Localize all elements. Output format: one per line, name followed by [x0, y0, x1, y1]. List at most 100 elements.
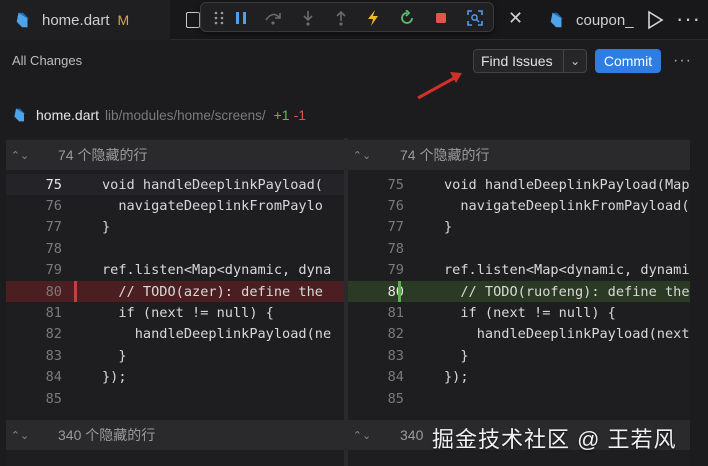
code-line[interactable]: 78 [348, 238, 690, 259]
line-number: 75 [45, 176, 62, 193]
line-number: 80 [45, 283, 62, 300]
line-number: 80 [387, 283, 404, 300]
more-actions-icon[interactable]: ··· [676, 6, 701, 32]
added-code-line[interactable]: 80 // TODO(ruofeng): define the [348, 281, 690, 303]
line-number: 84 [45, 369, 62, 386]
line-code: // TODO(azer): define the [102, 283, 323, 300]
line-number: 78 [387, 240, 404, 257]
line-code: }); [102, 369, 127, 386]
deletion-marker [74, 281, 77, 303]
close-icon[interactable]: ✕ [508, 8, 523, 29]
diff-modified-panel: ⌃⌄ 74 个隐藏的行 75 void handleDeeplinkPayload… [348, 138, 690, 466]
line-code: ref.listen<Map<dynamic, dynami [444, 262, 690, 279]
code-line[interactable]: 76 navigateDeeplinkFromPayload( [348, 195, 690, 216]
run-icon[interactable] [646, 10, 664, 30]
dart-file-icon [550, 12, 564, 28]
pause-icon[interactable] [231, 8, 251, 28]
code-line[interactable]: 84}); [6, 367, 344, 388]
line-number: 81 [45, 305, 62, 322]
line-number: 79 [45, 262, 62, 279]
tab-label: coupon_ [576, 11, 634, 29]
line-number: 76 [387, 198, 404, 215]
code-line[interactable]: 81 if (next != null) { [6, 302, 344, 323]
stop-icon[interactable] [431, 8, 451, 28]
code-line[interactable]: 79 ref.listen<Map<dynamic, dynami [348, 260, 690, 281]
line-code: void handleDeeplinkPayload( [102, 176, 323, 193]
line-number: 84 [387, 369, 404, 386]
code-line[interactable]: 77} [6, 217, 344, 238]
line-number: 75 [387, 176, 404, 193]
commit-button[interactable]: Commit [595, 49, 661, 73]
line-number: 83 [387, 347, 404, 364]
code-line[interactable]: 75 void handleDeeplinkPayload( [6, 174, 344, 196]
expand-hidden-lines-top[interactable]: ⌃⌄ 74 个隐藏的行 [6, 140, 344, 170]
hidden-lines-label: 340 [400, 427, 424, 443]
expand-hidden-lines-top[interactable]: ⌃⌄ 74 个隐藏的行 [348, 140, 690, 170]
hidden-lines-label: 74 个隐藏的行 [58, 147, 148, 163]
deleted-code-line[interactable]: 80 // TODO(azer): define the [6, 281, 344, 303]
expand-icon: ⌃⌄ [10, 429, 30, 442]
code-line[interactable]: 76 navigateDeeplinkFromPaylo [6, 195, 344, 216]
line-code: } [444, 219, 453, 236]
code-line[interactable]: 83 } [348, 345, 690, 366]
line-number: 77 [387, 219, 404, 236]
restart-icon[interactable] [397, 8, 417, 28]
code-line[interactable]: 84}); [348, 367, 690, 388]
expand-icon: ⌃⌄ [352, 149, 372, 162]
annotation-arrow-icon [417, 72, 462, 100]
step-out-icon[interactable] [331, 8, 351, 28]
code-line[interactable]: 82 handleDeeplinkPayload(next [348, 324, 690, 345]
code-line[interactable]: 85 [6, 388, 344, 409]
line-number: 77 [45, 219, 62, 236]
line-code: void handleDeeplinkPayload(Map [444, 176, 690, 193]
line-number: 76 [45, 198, 62, 215]
line-number: 82 [45, 326, 62, 343]
line-code: } [444, 347, 469, 364]
dart-file-icon [16, 12, 30, 28]
inspect-icon[interactable] [465, 8, 485, 28]
line-number: 78 [45, 240, 62, 257]
line-number: 85 [45, 390, 62, 407]
find-issues-label: Find Issues [481, 53, 553, 69]
scrollbar[interactable] [690, 138, 708, 466]
find-issues-button[interactable]: Find Issues ⌄ [473, 49, 587, 73]
line-number: 79 [387, 262, 404, 279]
line-code: // TODO(ruofeng): define the [444, 283, 690, 300]
step-into-icon[interactable] [298, 8, 318, 28]
line-code: if (next != null) { [102, 305, 274, 322]
line-code: }); [444, 369, 469, 386]
code-line[interactable]: 82 handleDeeplinkPayload(ne [6, 324, 344, 345]
line-number: 83 [45, 347, 62, 364]
all-changes-label: All Changes [12, 53, 83, 68]
diff-file-header[interactable]: home.dart lib/modules/home/screens/ +1 -… [0, 100, 708, 130]
code-line[interactable]: 83 } [6, 345, 344, 366]
watermark: 掘金技术社区 @ 王若风 [432, 427, 677, 452]
more-options-icon[interactable]: ··· [673, 52, 692, 70]
addition-marker [398, 281, 401, 303]
code-line[interactable]: 77} [348, 217, 690, 238]
hot-reload-icon[interactable] [363, 8, 383, 28]
hidden-lines-label: 74 个隐藏的行 [400, 147, 490, 163]
file-path: lib/modules/home/screens/ [105, 107, 266, 123]
code-line[interactable]: 78 [6, 238, 344, 259]
tab-coupon[interactable]: coupon_ [538, 0, 638, 40]
line-code: } [102, 347, 127, 364]
code-line[interactable]: 75 void handleDeeplinkPayload(Map [348, 174, 690, 195]
modified-badge: M [117, 12, 130, 28]
lines-added-count: +1 [273, 107, 290, 123]
chevron-down-icon[interactable]: ⌄ [564, 54, 586, 68]
code-line[interactable]: 79 ref.listen<Map<dynamic, dyna [6, 260, 344, 281]
line-number: 81 [387, 305, 404, 322]
line-number: 85 [387, 390, 404, 407]
tab-home-dart[interactable]: home.dart M [0, 0, 170, 40]
lines-removed-count: -1 [293, 107, 307, 123]
debug-toolbar [200, 2, 494, 32]
file-name: home.dart [36, 107, 100, 123]
code-line[interactable]: 85 [348, 388, 690, 409]
expand-icon: ⌃⌄ [352, 429, 372, 442]
code-line[interactable]: 81 if (next != null) { [348, 302, 690, 323]
expand-hidden-lines-bottom[interactable]: ⌃⌄ 340 个隐藏的行 [6, 420, 344, 450]
expand-icon: ⌃⌄ [10, 149, 30, 162]
drag-handle-icon[interactable] [209, 8, 229, 28]
step-over-icon[interactable] [263, 8, 283, 28]
